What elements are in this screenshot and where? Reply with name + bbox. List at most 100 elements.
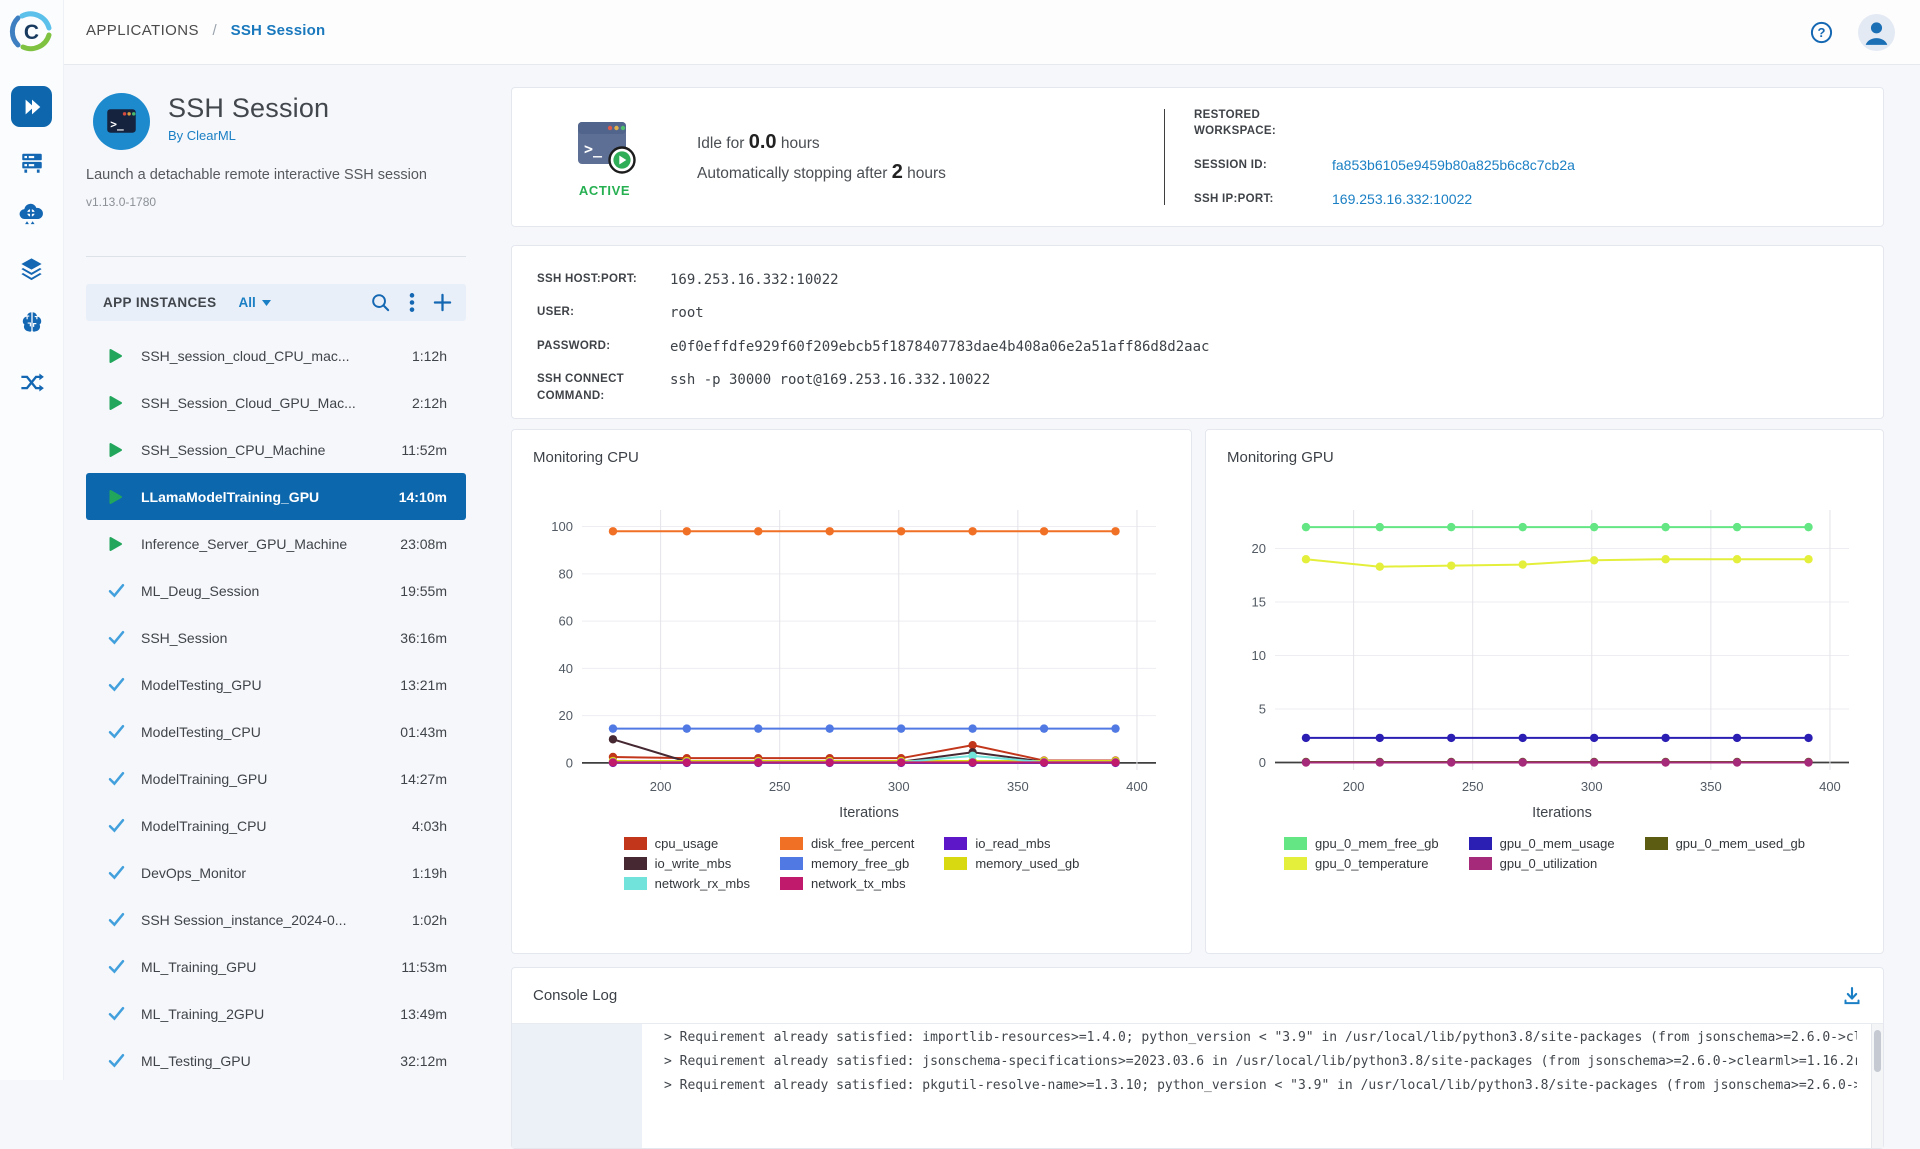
legend-item[interactable]: io_read_mbs: [944, 836, 1079, 851]
rail-item-cloud-autoscaler[interactable]: [0, 201, 63, 228]
legend-item[interactable]: gpu_0_mem_usage: [1469, 836, 1615, 851]
rail-item-models[interactable]: [0, 309, 63, 335]
instance-runtime: 1:02h: [385, 912, 466, 928]
instances-search-button[interactable]: [370, 292, 391, 313]
session-field-value[interactable]: 169.253.16.332:10022: [1332, 191, 1575, 207]
legend-swatch: [1284, 857, 1307, 870]
completed-status-icon: [108, 912, 125, 927]
svg-text:350: 350: [1700, 779, 1722, 794]
svg-text:C: C: [24, 21, 39, 44]
console-log-body[interactable]: > Requirement already satisfied: importl…: [512, 1024, 1883, 1148]
legend-label: gpu_0_temperature: [1315, 856, 1428, 871]
instance-runtime: 11:52m: [385, 442, 466, 458]
legend-item[interactable]: gpu_0_utilization: [1469, 856, 1615, 871]
legend-item[interactable]: io_write_mbs: [624, 856, 750, 871]
kebab-menu-icon: [409, 292, 415, 313]
instance-name: ModelTesting_GPU: [141, 677, 385, 693]
console-log-card: Console Log > Requirement already satisf…: [511, 967, 1884, 1149]
download-log-button[interactable]: [1841, 985, 1863, 1007]
breadcrumb-applications[interactable]: APPLICATIONS: [86, 22, 199, 39]
instances-more-menu-button[interactable]: [409, 292, 415, 313]
instance-runtime: 32:12m: [385, 1053, 466, 1069]
svg-text:10: 10: [1251, 648, 1265, 663]
running-status-icon: [108, 536, 125, 552]
instance-row[interactable]: ML_Training_2GPU13:49m: [86, 990, 466, 1037]
instance-name: ML_Training_GPU: [141, 959, 385, 975]
instance-name: SSH_Session: [141, 630, 385, 646]
svg-text:200: 200: [649, 779, 671, 794]
console-scrollbar[interactable]: [1871, 1024, 1883, 1148]
instance-name: ModelTraining_GPU: [141, 771, 385, 787]
instance-row[interactable]: SSH_Session_CPU_Machine11:52m: [86, 426, 466, 473]
gpu-chart-title: Monitoring GPU: [1206, 430, 1883, 466]
legend-item[interactable]: memory_free_gb: [780, 856, 914, 871]
legend-item[interactable]: gpu_0_temperature: [1284, 856, 1439, 871]
instance-row[interactable]: ModelTraining_CPU4:03h: [86, 802, 466, 849]
page-title: SSH Session: [168, 93, 329, 124]
instance-runtime: 1:19h: [385, 865, 466, 881]
legend-item[interactable]: cpu_usage: [624, 836, 750, 851]
cpu-chart-plot[interactable]: 020406080100200250300350400Iterations: [534, 492, 1170, 826]
rail-item-pipelines[interactable]: [0, 369, 63, 396]
clearml-logo[interactable]: C: [9, 9, 54, 54]
server-rack-icon: [19, 150, 45, 176]
legend-item[interactable]: gpu_0_mem_free_gb: [1284, 836, 1439, 851]
legend-label: io_write_mbs: [655, 856, 732, 871]
gpu-chart-plot[interactable]: 05101520200250300350400Iterations: [1227, 492, 1863, 826]
breadcrumb: APPLICATIONS / SSH Session: [86, 22, 325, 39]
svg-text:200: 200: [1342, 779, 1364, 794]
help-button[interactable]: ?: [1809, 20, 1834, 45]
legend-item[interactable]: gpu_0_mem_used_gb: [1645, 836, 1805, 851]
instance-row[interactable]: ModelTesting_GPU13:21m: [86, 661, 466, 708]
instances-filter-dropdown[interactable]: All: [238, 295, 270, 310]
app-author-link[interactable]: By ClearML: [168, 128, 329, 143]
instance-runtime: 23:08m: [385, 536, 466, 552]
legend-label: io_read_mbs: [975, 836, 1050, 851]
session-field-label: SESSION ID:: [1194, 157, 1304, 174]
instance-row[interactable]: DevOps_Monitor1:19h: [86, 849, 466, 896]
rail-item-applications-active[interactable]: [11, 86, 52, 127]
session-field-value[interactable]: fa853b6105e9459b80a825b6c8c7cb2a: [1332, 157, 1575, 173]
rail-item-workers-queues[interactable]: [0, 150, 63, 176]
legend-label: network_tx_mbs: [811, 876, 906, 891]
instance-row[interactable]: ModelTesting_CPU01:43m: [86, 708, 466, 755]
legend-label: gpu_0_mem_free_gb: [1315, 836, 1439, 851]
instance-runtime: 36:16m: [385, 630, 466, 646]
instance-row[interactable]: ML_Deug_Session19:55m: [86, 567, 466, 614]
vertical-divider: [1164, 109, 1165, 205]
legend-item[interactable]: network_tx_mbs: [780, 876, 914, 891]
instance-row[interactable]: ML_Training_GPU11:53m: [86, 943, 466, 990]
instance-runtime: 1:12h: [385, 348, 466, 364]
instance-row[interactable]: LLamaModelTraining_GPU14:10m: [86, 473, 466, 520]
running-status-icon: [108, 442, 125, 458]
legend-swatch: [624, 877, 647, 890]
svg-text:>_: >_: [110, 118, 124, 131]
clearml-logo-icon: C: [9, 9, 54, 54]
svg-text:0: 0: [1258, 755, 1265, 770]
instance-row[interactable]: SSH_Session36:16m: [86, 614, 466, 661]
instance-name: SSH_Session_CPU_Machine: [141, 442, 385, 458]
legend-item[interactable]: memory_used_gb: [944, 856, 1079, 871]
legend-swatch: [780, 837, 803, 850]
instance-row[interactable]: SSH Session_instance_2024-0...1:02h: [86, 896, 466, 943]
cpu-chart-title: Monitoring CPU: [512, 430, 1191, 466]
legend-item[interactable]: disk_free_percent: [780, 836, 914, 851]
console-log-line: > Requirement already satisfied: importl…: [664, 1026, 1857, 1050]
ssh-details-card: SSH HOST:PORT:169.253.16.332:10022USER:r…: [511, 245, 1884, 419]
add-instance-button[interactable]: [433, 293, 452, 312]
svg-text:250: 250: [768, 779, 790, 794]
instance-row[interactable]: ModelTraining_GPU14:27m: [86, 755, 466, 802]
instance-row[interactable]: SSH_Session_Cloud_GPU_Mac...2:12h: [86, 379, 466, 426]
legend-label: gpu_0_utilization: [1500, 856, 1598, 871]
svg-text:15: 15: [1251, 595, 1265, 610]
completed-status-icon: [108, 959, 125, 974]
user-avatar[interactable]: [1858, 14, 1895, 51]
legend-item[interactable]: network_rx_mbs: [624, 876, 750, 891]
instance-row[interactable]: SSH_session_cloud_CPU_mac...1:12h: [86, 332, 466, 379]
svg-text:Iterations: Iterations: [839, 805, 899, 821]
legend-label: gpu_0_mem_used_gb: [1676, 836, 1805, 851]
instance-row[interactable]: Inference_Server_GPU_Machine23:08m: [86, 520, 466, 567]
instance-row[interactable]: ML_Testing_GPU32:12m: [86, 1037, 466, 1084]
console-log-title: Console Log: [533, 987, 1841, 1004]
rail-item-datasets[interactable]: [0, 255, 63, 282]
